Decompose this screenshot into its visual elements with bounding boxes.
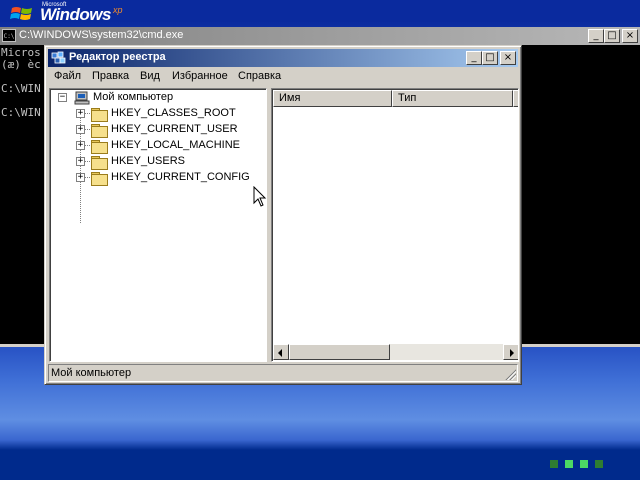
scroll-left-button[interactable]: [273, 344, 289, 360]
progress-dot: [595, 460, 603, 468]
column-header-value[interactable]: З: [513, 90, 518, 107]
status-bar: Мой компьютер: [48, 364, 518, 382]
expand-toggle[interactable]: +: [76, 141, 85, 150]
column-header-name[interactable]: Имя: [273, 90, 392, 107]
cmd-close-button[interactable]: ×: [622, 29, 638, 43]
progress-dot: [550, 460, 558, 468]
regedit-titlebar[interactable]: Редактор реестра _ □ ×: [48, 49, 518, 67]
expand-toggle[interactable]: +: [76, 157, 85, 166]
cmd-window-controls: _ □ ×: [588, 29, 638, 43]
menu-file[interactable]: Файл: [54, 70, 81, 82]
menu-help[interactable]: Справка: [238, 70, 281, 82]
progress-dot: [580, 460, 588, 468]
regedit-maximize-button[interactable]: □: [482, 51, 498, 65]
regedit-title: Редактор реестра: [69, 51, 166, 63]
expand-toggle[interactable]: +: [76, 109, 85, 118]
windows-xp-logo: Microsoft Windows xp: [10, 2, 160, 24]
mouse-cursor-icon: [253, 186, 267, 207]
folder-icon: [91, 172, 108, 186]
boot-progress-indicator: [550, 459, 620, 469]
menu-favorites[interactable]: Избранное: [172, 70, 228, 82]
resize-grip-icon[interactable]: [504, 368, 516, 380]
tree-label: HKEY_LOCAL_MACHINE: [111, 139, 240, 151]
registry-editor-window[interactable]: Редактор реестра _ □ × Файл Правка Вид Изб…: [44, 45, 522, 385]
desktop: Microsoft Windows xp C:\ C:\WINDOWS\syst…: [0, 0, 640, 480]
registry-editor-icon[interactable]: [51, 51, 66, 65]
console-icon[interactable]: C:\: [2, 29, 16, 42]
cmd-title: C:\WINDOWS\system32\cmd.exe: [19, 29, 184, 41]
folder-icon: [91, 124, 108, 138]
expand-toggle[interactable]: +: [76, 173, 85, 182]
expand-toggle[interactable]: +: [76, 125, 85, 134]
arrow-left-icon: [278, 349, 282, 357]
cmd-minimize-button[interactable]: _: [588, 29, 604, 43]
menu-view[interactable]: Вид: [140, 70, 160, 82]
list-header: Имя Тип З: [273, 90, 518, 107]
column-header-type[interactable]: Тип: [392, 90, 513, 107]
regedit-minimize-button[interactable]: _: [466, 51, 482, 65]
windows-label: Windows: [40, 5, 111, 24]
values-list[interactable]: Имя Тип З: [271, 88, 519, 362]
registry-tree[interactable]: − Мой компьютер + HKEY_CLASSES_ROOT + HK…: [49, 88, 267, 362]
tree-node-hkey-users[interactable]: + HKEY_USERS: [50, 154, 260, 170]
xp-label: xp: [113, 5, 123, 15]
scroll-thumb[interactable]: [289, 344, 390, 360]
computer-icon: [74, 91, 90, 105]
tree-node-hkey-local-machine[interactable]: + HKEY_LOCAL_MACHINE: [50, 138, 260, 154]
tree-label: Мой компьютер: [93, 91, 174, 103]
scroll-right-button[interactable]: [503, 344, 518, 360]
tree-node-hkey-classes-root[interactable]: + HKEY_CLASSES_ROOT: [50, 106, 260, 122]
cmd-maximize-button[interactable]: □: [604, 29, 620, 43]
menu-edit[interactable]: Правка: [92, 70, 129, 82]
progress-dot: [565, 460, 573, 468]
windows-flag-icon: [10, 7, 32, 20]
folder-icon: [91, 140, 108, 154]
folder-icon: [91, 108, 108, 122]
tree-label: HKEY_USERS: [111, 155, 185, 167]
tree-node-hkey-current-config[interactable]: + HKEY_CURRENT_CONFIG: [50, 170, 260, 186]
arrow-right-icon: [510, 349, 514, 357]
tree-label: HKEY_CLASSES_ROOT: [111, 107, 236, 119]
status-text: Мой компьютер: [51, 367, 132, 379]
regedit-close-button[interactable]: ×: [500, 51, 516, 65]
folder-icon: [91, 156, 108, 170]
horizontal-scrollbar[interactable]: [273, 344, 518, 360]
tree-node-my-computer[interactable]: − Мой компьютер: [50, 90, 250, 106]
collapse-toggle[interactable]: −: [58, 93, 67, 102]
tree-label: HKEY_CURRENT_USER: [111, 123, 238, 135]
tree-label: HKEY_CURRENT_CONFIG: [111, 171, 250, 183]
regedit-window-controls: _ □ ×: [466, 51, 516, 65]
tree-node-hkey-current-user[interactable]: + HKEY_CURRENT_USER: [50, 122, 260, 138]
menu-bar: Файл Правка Вид Избранное Справка: [48, 68, 518, 86]
cmd-titlebar[interactable]: C:\ C:\WINDOWS\system32\cmd.exe _ □ ×: [0, 27, 640, 45]
